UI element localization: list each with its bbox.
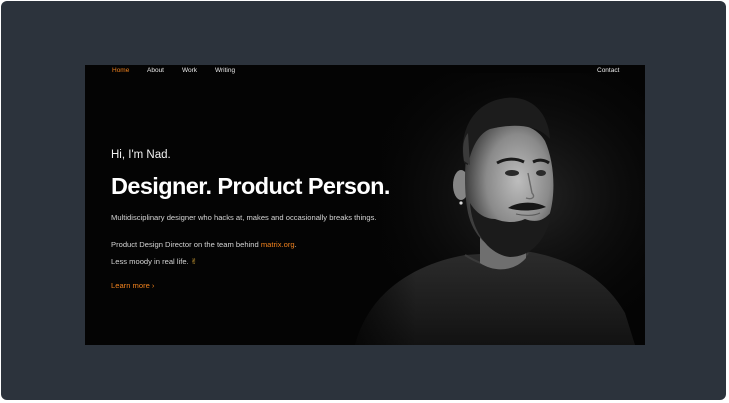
nav-contact-link[interactable]: Contact [597,65,619,77]
role-text: Product Design Director on the team behi… [111,240,297,249]
greeting-text: Hi, I'm Nad. [111,149,171,161]
hero-headline: Designer. Product Person. [111,173,390,199]
learn-more-label: Learn more [111,281,150,290]
nav-about-link[interactable]: About [147,65,164,77]
victory-hand-icon: ✌ [190,257,198,266]
matrix-org-link[interactable]: matrix.org [261,240,295,249]
nav-work-link[interactable]: Work [182,65,197,77]
role-prefix: Product Design Director on the team behi… [111,240,261,249]
browser-frame: Home About Work Writing Contact Hi, I'm … [1,1,726,400]
chevron-right-icon: › [151,281,155,290]
webpage-viewport: Home About Work Writing Contact Hi, I'm … [85,65,645,345]
mood-text: Less moody in real life. ✌ [111,257,197,266]
nav-writing-link[interactable]: Writing [215,65,235,77]
mood-label: Less moody in real life. [111,257,189,266]
hero-description: Multidisciplinary designer who hacks at,… [111,213,377,222]
nav-home-link[interactable]: Home [112,65,129,77]
portrait-photo [340,73,645,345]
top-navigation: Home About Work Writing Contact [85,65,645,77]
learn-more-link[interactable]: Learn more › [111,281,154,290]
role-suffix: . [294,240,297,249]
